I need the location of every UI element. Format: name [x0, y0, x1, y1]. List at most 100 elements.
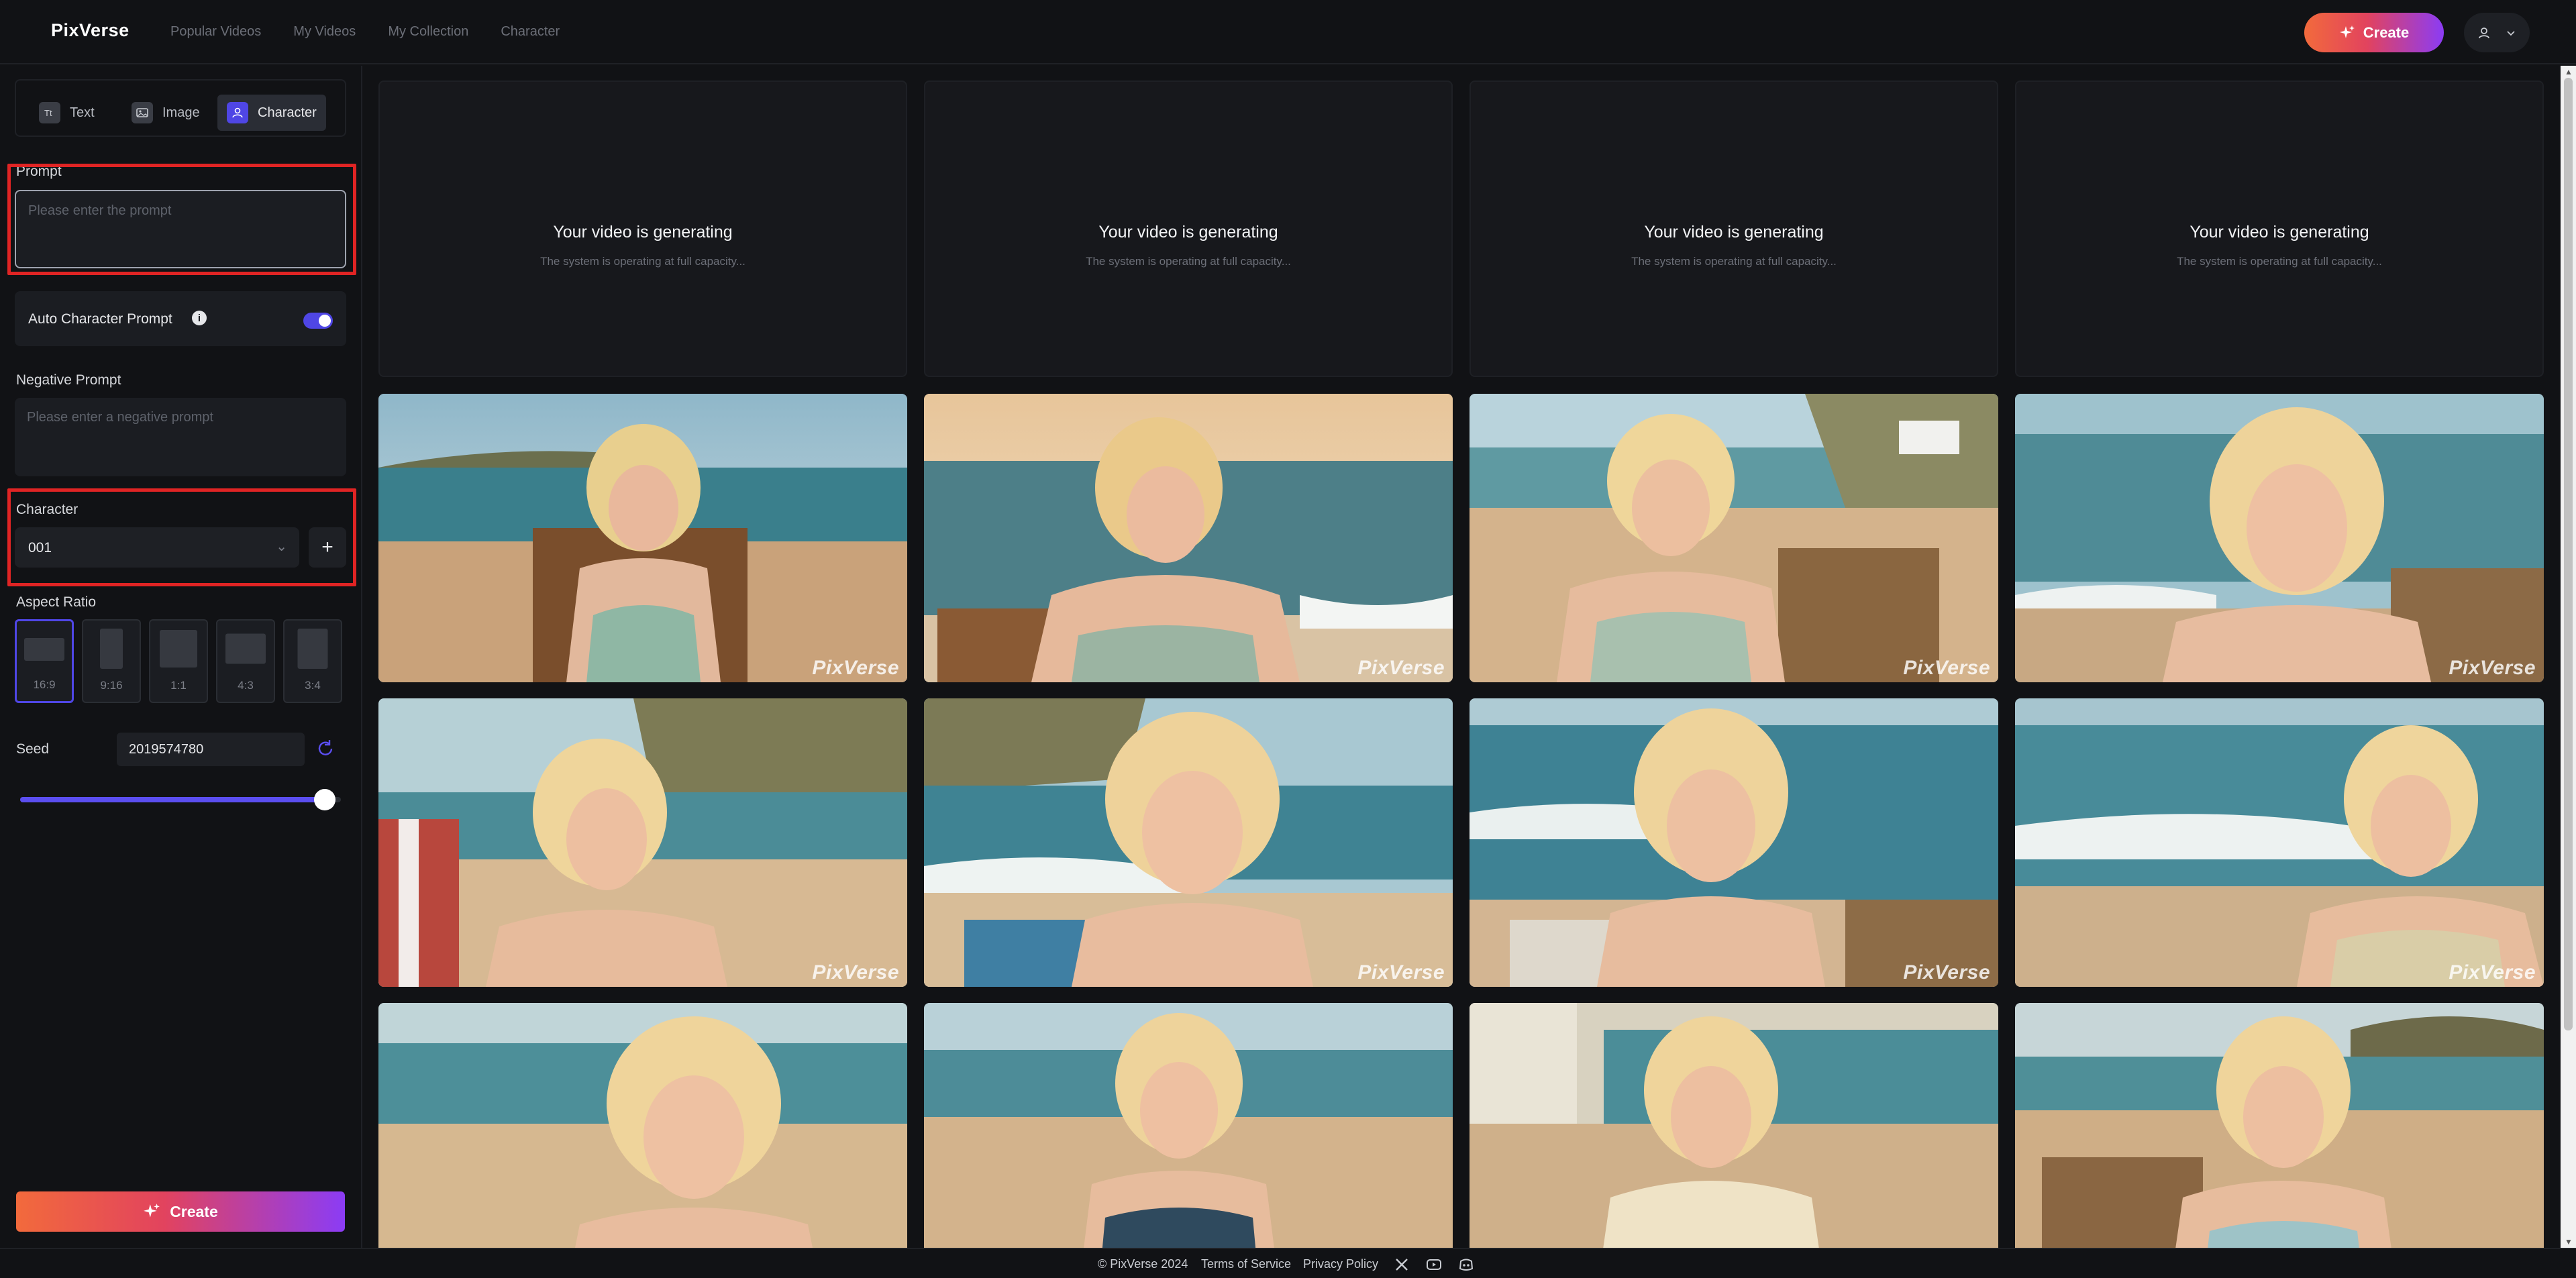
thumbnail-image — [2015, 394, 2544, 682]
ratio-shape — [24, 638, 64, 661]
ratio-option-1-1[interactable]: 1:1 — [149, 619, 208, 703]
character-icon — [227, 102, 248, 123]
header-create-button[interactable]: Create — [2304, 13, 2444, 52]
footer-privacy-link[interactable]: Privacy Policy — [1303, 1257, 1378, 1271]
create-button[interactable]: Create — [16, 1191, 345, 1232]
user-menu-button[interactable] — [2464, 13, 2530, 52]
youtube-icon[interactable] — [1425, 1256, 1443, 1273]
video-thumbnail[interactable]: PixVerse — [1470, 394, 1998, 682]
generating-subtitle: The system is operating at full capacity… — [2177, 255, 2382, 268]
video-thumbnail[interactable] — [1470, 1003, 1998, 1248]
generating-subtitle: The system is operating at full capacity… — [1086, 255, 1291, 268]
aspect-ratio-label: Aspect Ratio — [16, 594, 97, 610]
header-create-label: Create — [2363, 23, 2410, 41]
ratio-option-16-9[interactable]: 16:9 — [15, 619, 74, 703]
top-header: PixVerse Popular Videos My Videos My Col… — [0, 0, 2576, 64]
video-thumbnail[interactable] — [924, 1003, 1453, 1248]
ratio-shape — [160, 630, 197, 668]
refresh-icon[interactable] — [315, 739, 336, 759]
generating-card[interactable]: Your video is generating The system is o… — [2015, 81, 2544, 377]
ratio-option-4-3[interactable]: 4:3 — [216, 619, 275, 703]
video-grid: Your video is generating The system is o… — [362, 66, 2561, 1248]
main-nav: Popular Videos My Videos My Collection C… — [170, 24, 560, 40]
video-thumbnail[interactable]: PixVerse — [378, 394, 907, 682]
video-thumbnail[interactable]: PixVerse — [924, 698, 1453, 987]
video-thumbnail[interactable]: PixVerse — [2015, 698, 2544, 987]
tab-text[interactable]: Tt Text — [30, 95, 104, 131]
seed-input[interactable] — [117, 733, 305, 766]
video-thumbnail[interactable]: PixVerse — [924, 394, 1453, 682]
video-thumbnail[interactable] — [378, 1003, 907, 1248]
generating-subtitle: The system is operating at full capacity… — [540, 255, 745, 268]
thumbnail-image — [2015, 698, 2544, 987]
ratio-label: 16:9 — [33, 678, 56, 691]
tab-character-label: Character — [258, 105, 317, 120]
create-button-label: Create — [170, 1202, 218, 1220]
pixverse-watermark: PixVerse — [812, 657, 899, 679]
seed-slider[interactable] — [20, 789, 341, 810]
generating-title: Your video is generating — [1644, 223, 1824, 242]
discord-icon[interactable] — [1457, 1256, 1475, 1273]
tab-image-label: Image — [162, 105, 200, 120]
pixverse-watermark: PixVerse — [2449, 961, 2536, 983]
ratio-label: 4:3 — [238, 679, 254, 692]
ratio-label: 3:4 — [305, 679, 321, 692]
generating-subtitle: The system is operating at full capacity… — [1631, 255, 1837, 268]
scroll-down-arrow-icon[interactable]: ▼ — [2565, 1237, 2573, 1246]
scrollbar-thumb[interactable] — [2564, 78, 2573, 1030]
thumbnail-image — [924, 1003, 1453, 1248]
negative-prompt-input[interactable] — [15, 398, 346, 476]
pixverse-watermark: PixVerse — [1903, 961, 1990, 983]
seed-slider-thumb[interactable] — [314, 789, 336, 810]
chevron-down-icon — [2507, 30, 2515, 36]
aspect-ratio-options: 16:9 9:16 1:1 4:3 3:4 — [15, 619, 342, 703]
seed-label: Seed — [16, 741, 50, 757]
video-thumbnail[interactable]: PixVerse — [378, 698, 907, 987]
thumbnail-image — [924, 394, 1453, 682]
highlight-box-prompt — [7, 164, 356, 275]
sparkle-icon — [2339, 25, 2355, 38]
video-thumbnail[interactable]: PixVerse — [1470, 698, 1998, 987]
pixverse-watermark: PixVerse — [1903, 657, 1990, 679]
nav-my-collection[interactable]: My Collection — [388, 24, 468, 40]
generating-title: Your video is generating — [2189, 223, 2369, 242]
seed-slider-fill — [20, 797, 325, 802]
video-thumbnail[interactable]: PixVerse — [2015, 394, 2544, 682]
tab-character[interactable]: Character — [217, 95, 326, 131]
svg-text:Tt: Tt — [44, 108, 52, 118]
auto-character-prompt-label: Auto Character Prompt — [28, 311, 172, 327]
pixverse-logo[interactable]: PixVerse — [51, 20, 130, 41]
video-thumbnail[interactable] — [2015, 1003, 2544, 1248]
ratio-label: 1:1 — [170, 679, 187, 692]
x-icon[interactable] — [1393, 1256, 1410, 1273]
ratio-option-9-16[interactable]: 9:16 — [82, 619, 141, 703]
nav-popular-videos[interactable]: Popular Videos — [170, 24, 261, 40]
ratio-shape — [225, 633, 266, 664]
thumbnail-image — [924, 698, 1453, 987]
nav-character[interactable]: Character — [501, 24, 560, 40]
tab-image[interactable]: Image — [122, 95, 209, 131]
footer-terms-link[interactable]: Terms of Service — [1201, 1257, 1291, 1271]
ratio-option-3-4[interactable]: 3:4 — [283, 619, 342, 703]
thumbnail-image — [378, 394, 907, 682]
mode-tabs: Tt Text Image Character — [15, 79, 346, 137]
nav-my-videos[interactable]: My Videos — [293, 24, 356, 40]
text-icon: Tt — [39, 102, 60, 123]
generating-card[interactable]: Your video is generating The system is o… — [924, 81, 1453, 377]
pixverse-watermark: PixVerse — [1357, 657, 1445, 679]
ratio-label: 9:16 — [100, 679, 123, 692]
ratio-shape — [100, 629, 123, 669]
auto-character-prompt-toggle[interactable] — [303, 313, 333, 329]
thumbnail-image — [378, 698, 907, 987]
page-scrollbar[interactable]: ▲ ▼ — [2561, 66, 2576, 1248]
info-icon[interactable]: i — [192, 311, 207, 325]
pixverse-watermark: PixVerse — [812, 961, 899, 983]
scroll-up-arrow-icon[interactable]: ▲ — [2565, 67, 2573, 76]
generating-card[interactable]: Your video is generating The system is o… — [1470, 81, 1998, 377]
sparkle-icon — [144, 1204, 160, 1218]
pixverse-watermark: PixVerse — [1357, 961, 1445, 983]
negative-prompt-label: Negative Prompt — [16, 372, 121, 388]
generating-title: Your video is generating — [553, 223, 733, 242]
footer-copyright: © PixVerse 2024 — [1098, 1257, 1188, 1271]
generating-card[interactable]: Your video is generating The system is o… — [378, 81, 907, 377]
